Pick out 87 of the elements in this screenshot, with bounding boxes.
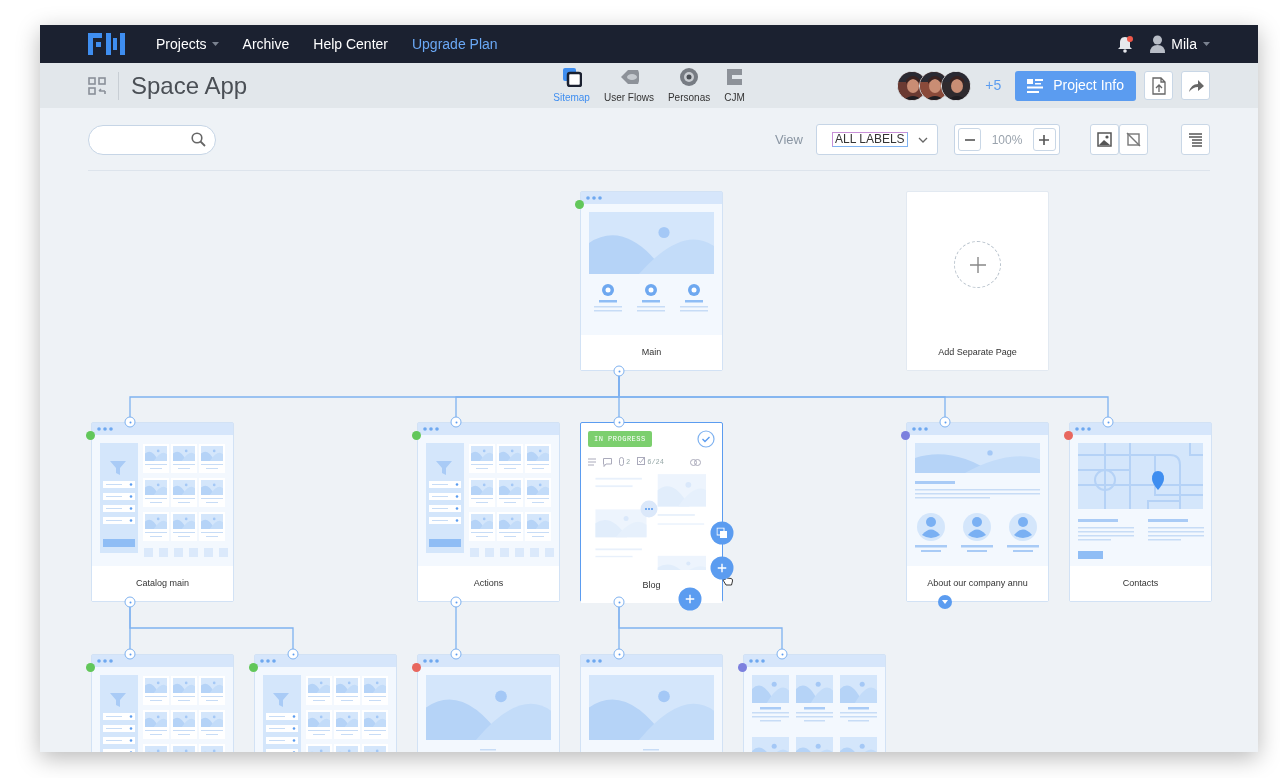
share-button[interactable] xyxy=(1181,71,1210,100)
dots-icon xyxy=(586,196,602,200)
paperclip-icon xyxy=(619,456,624,466)
search-icon xyxy=(191,132,206,147)
caret-icon xyxy=(211,41,219,47)
zoom-level: 100% xyxy=(991,131,1023,149)
hide-images-button[interactable] xyxy=(1119,124,1148,155)
connector-handle[interactable] xyxy=(939,416,951,428)
dots-icon xyxy=(260,659,276,663)
outline-button[interactable] xyxy=(1181,124,1210,155)
connector-handle[interactable] xyxy=(124,596,136,608)
image-icon xyxy=(1097,132,1112,147)
page-card[interactable]: Catalog main xyxy=(91,422,234,602)
page-title: Actions xyxy=(418,566,559,601)
checkbox-icon xyxy=(637,456,646,465)
user-icon xyxy=(1150,35,1166,53)
dots-icon xyxy=(749,659,765,663)
more-icon xyxy=(644,507,654,511)
grid-icon[interactable] xyxy=(88,76,106,95)
bracket-icon xyxy=(724,66,745,87)
page-card[interactable]: Actions xyxy=(417,422,560,602)
document-icon xyxy=(588,457,596,467)
page-title: About our company annu xyxy=(907,566,1048,601)
disc-icon xyxy=(679,66,700,87)
copy-icon xyxy=(716,527,728,539)
collaborators-count: +5 xyxy=(985,76,1002,95)
list-icon xyxy=(1027,78,1044,93)
dots-icon xyxy=(97,427,113,431)
connector-handle[interactable] xyxy=(776,648,788,660)
chevron-icon xyxy=(917,136,928,143)
expand-button[interactable] xyxy=(938,595,952,609)
share-icon xyxy=(1187,78,1204,93)
dots-icon xyxy=(423,659,439,663)
dots-icon xyxy=(912,427,928,431)
zoom-in-button[interactable] xyxy=(1033,128,1056,151)
view-tab[interactable]: Personas xyxy=(662,66,716,105)
page-card[interactable]: Main xyxy=(580,191,723,371)
project-title: Space App xyxy=(131,70,248,101)
connector-handle[interactable] xyxy=(124,648,136,660)
export-button[interactable] xyxy=(1144,71,1173,100)
dots-icon xyxy=(1075,427,1091,431)
nav-link[interactable]: Help Center xyxy=(313,33,388,55)
nav-link[interactable]: Upgrade Plan xyxy=(411,33,498,55)
dots-icon xyxy=(586,659,602,663)
dots-icon xyxy=(97,659,113,663)
connector-handle[interactable] xyxy=(450,596,462,608)
logo-icon xyxy=(88,33,125,55)
no-image-icon xyxy=(1126,132,1141,147)
add-page-card[interactable]: Add Separate Page xyxy=(906,191,1049,371)
show-images-button[interactable] xyxy=(1090,124,1119,155)
plus-icon xyxy=(1038,133,1051,146)
connector-handle[interactable] xyxy=(613,648,625,660)
page-card[interactable]: Contacts xyxy=(1069,422,1212,602)
export-icon xyxy=(1150,76,1167,95)
view-tab[interactable]: CJM xyxy=(719,66,750,105)
outline-icon xyxy=(1188,132,1203,147)
plus-icon xyxy=(969,256,986,273)
plus-icon xyxy=(685,594,695,604)
user-menu[interactable]: Mila xyxy=(1150,33,1210,55)
dots-icon xyxy=(423,427,439,431)
page-title: Main xyxy=(581,335,722,370)
connector-handle[interactable] xyxy=(450,416,462,428)
link-icon xyxy=(690,458,701,466)
check-circle-icon[interactable] xyxy=(697,430,715,448)
nav-link[interactable]: Projects xyxy=(156,33,219,55)
connector-handle[interactable] xyxy=(450,648,462,660)
page-title: Contacts xyxy=(1070,566,1211,601)
stacked-squares-icon xyxy=(561,66,582,87)
view-tab[interactable]: User Flows xyxy=(598,66,659,105)
connector-handle[interactable] xyxy=(613,596,625,608)
page-title: Catalog main xyxy=(92,566,233,601)
connector-handle[interactable] xyxy=(287,648,299,660)
connector-handle[interactable] xyxy=(1102,416,1114,428)
caret-icon xyxy=(1203,41,1210,47)
connector-handle[interactable] xyxy=(613,365,625,377)
view-dropdown[interactable]: ALL LABELS xyxy=(816,124,938,155)
search-field[interactable] xyxy=(88,124,216,155)
page-card[interactable]: About our company annu xyxy=(906,422,1049,602)
plus-icon xyxy=(717,563,727,573)
nav-link[interactable]: Archive xyxy=(242,33,290,55)
connector-handle[interactable] xyxy=(124,416,136,428)
bell-icon[interactable] xyxy=(1116,35,1135,53)
more-button[interactable] xyxy=(640,500,658,518)
connector-handle[interactable] xyxy=(613,416,625,428)
zoom-out-button[interactable] xyxy=(958,128,981,151)
view-label: View xyxy=(775,130,803,149)
comment-icon xyxy=(603,457,612,467)
